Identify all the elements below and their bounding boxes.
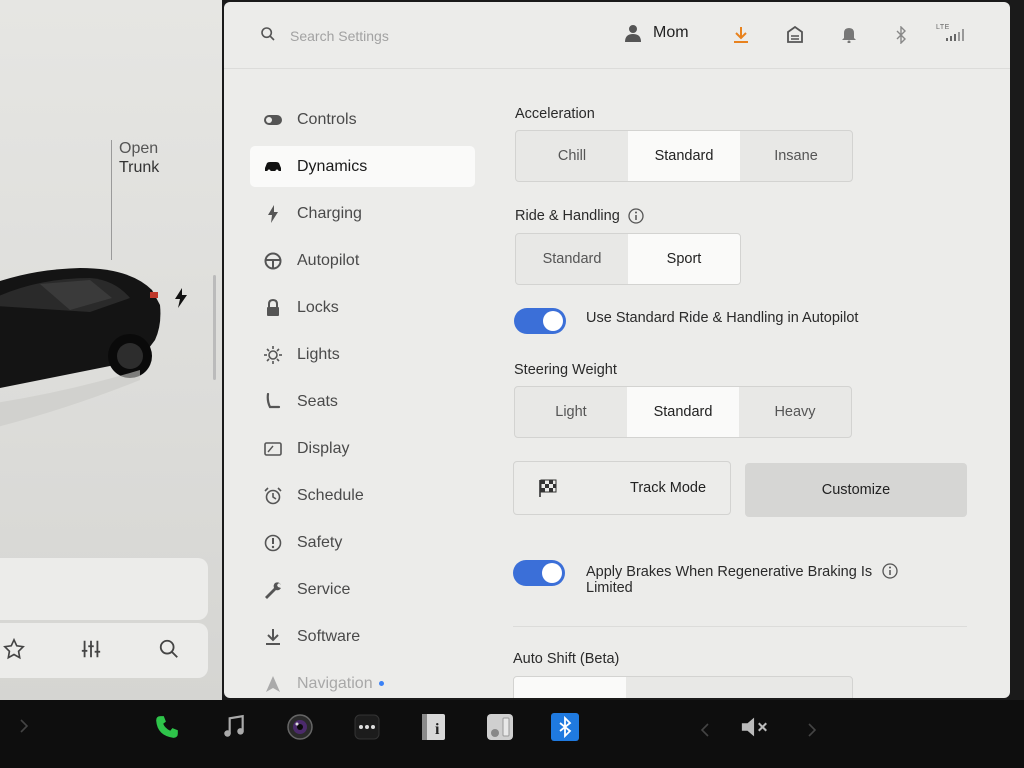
bolt-icon: [264, 204, 282, 223]
steering-weight-label: Steering Weight: [514, 362, 617, 378]
apply-brakes-toggle-label: Apply Brakes When Regenerative Braking I…: [586, 563, 898, 596]
steering-option-heavy[interactable]: Heavy: [739, 387, 851, 437]
equalizer-icon[interactable]: [80, 638, 102, 660]
acceleration-option-standard[interactable]: Standard: [628, 131, 740, 181]
sun-icon: [264, 345, 282, 364]
customize-button[interactable]: Customize: [745, 463, 967, 517]
track-mode-button[interactable]: Track Mode: [513, 461, 731, 515]
left-scrollbar[interactable]: [213, 275, 216, 380]
steering-option-standard[interactable]: Standard: [627, 387, 739, 437]
nav-item-display[interactable]: Display: [250, 428, 475, 469]
phone-icon: [156, 716, 178, 738]
lock-icon: [264, 298, 282, 317]
ride-handling-label: Ride & Handling: [515, 208, 644, 224]
toggle-knob: [543, 311, 563, 331]
toybox-app-button[interactable]: [485, 712, 515, 742]
media-player-card[interactable]: [0, 558, 208, 620]
search-settings-input[interactable]: [290, 26, 550, 46]
steering-wheel-icon: [264, 252, 282, 270]
owners-manual-icon: i: [422, 714, 445, 740]
wrench-icon: [264, 581, 282, 599]
seat-icon: [264, 392, 282, 411]
music-app-button[interactable]: [219, 712, 249, 742]
open-trunk-button[interactable]: Open Trunk: [119, 139, 159, 177]
nav-item-dynamics[interactable]: Dynamics: [250, 146, 475, 187]
settings-panel: Mom LTE Controls Dynamics Charging Autop…: [224, 2, 1010, 698]
trunk-indicator-line: [111, 140, 112, 260]
nav-item-autopilot[interactable]: Autopilot: [250, 240, 475, 281]
music-note-icon: [224, 714, 244, 737]
autopilot-ride-toggle-label: Use Standard Ride & Handling in Autopilo…: [586, 310, 859, 326]
apply-brakes-toggle[interactable]: [513, 560, 565, 586]
star-icon[interactable]: [3, 638, 25, 660]
nav-item-schedule[interactable]: Schedule: [250, 475, 475, 516]
chevron-right-icon[interactable]: [806, 722, 818, 738]
steering-weight-selector: Light Standard Heavy: [514, 386, 852, 438]
charge-port-bolt-icon[interactable]: [174, 288, 188, 308]
auto-shift-selector[interactable]: [513, 676, 853, 698]
more-apps-button[interactable]: [352, 712, 382, 742]
camera-lens-icon: [287, 714, 313, 740]
media-controls-bar: [0, 623, 208, 678]
info-icon[interactable]: [882, 563, 898, 579]
nav-item-service[interactable]: Service: [250, 569, 475, 610]
acceleration-label: Acceleration: [515, 106, 595, 122]
bluetooth-icon: [551, 713, 579, 741]
ride-option-standard[interactable]: Standard: [516, 234, 628, 284]
toybox-icon: [487, 714, 513, 740]
section-divider: [513, 626, 967, 627]
svg-text:i: i: [435, 721, 440, 738]
navigation-arrow-icon: [264, 675, 282, 693]
manual-app-button[interactable]: i: [419, 712, 449, 742]
acceleration-option-chill[interactable]: Chill: [516, 131, 628, 181]
car-image: [0, 268, 161, 427]
nav-item-lights[interactable]: Lights: [250, 334, 475, 375]
acceleration-option-insane[interactable]: Insane: [740, 131, 852, 181]
track-mode-label: Track Mode: [630, 480, 707, 496]
acceleration-selector: Chill Standard Insane: [515, 130, 853, 182]
nav-item-safety[interactable]: Safety: [250, 522, 475, 563]
chevron-right-icon[interactable]: [18, 718, 30, 734]
nav-item-navigation[interactable]: Navigation: [250, 663, 475, 698]
steering-option-light[interactable]: Light: [515, 387, 627, 437]
update-dot: [378, 681, 384, 686]
autopilot-ride-toggle[interactable]: [514, 308, 566, 334]
car-visualization-panel: Open Trunk: [0, 0, 222, 700]
download-icon: [264, 628, 282, 646]
auto-shift-selected-option: [514, 677, 626, 698]
ride-handling-selector: Standard Sport: [515, 233, 741, 285]
volume-mute-button[interactable]: [740, 712, 770, 742]
toggle-icon: [264, 111, 282, 129]
nav-item-locks[interactable]: Locks: [250, 287, 475, 328]
settings-nav: Controls Dynamics Charging Autopilot Loc…: [250, 99, 475, 698]
speaker-muted-icon: [741, 717, 767, 737]
auto-shift-label: Auto Shift (Beta): [513, 651, 620, 667]
dynamics-content: Acceleration Chill Standard Insane Ride …: [513, 2, 983, 698]
car-icon: [264, 158, 282, 176]
nav-item-seats[interactable]: Seats: [250, 381, 475, 422]
ride-option-sport[interactable]: Sport: [628, 234, 740, 284]
more-dots-icon: [354, 714, 380, 740]
chevron-left-icon[interactable]: [699, 722, 711, 738]
nav-item-software[interactable]: Software: [250, 616, 475, 657]
toggle-knob: [542, 563, 562, 583]
alarm-clock-icon: [264, 486, 282, 505]
nav-item-charging[interactable]: Charging: [250, 193, 475, 234]
checkered-flag-icon: [539, 479, 557, 497]
alert-icon: [264, 534, 282, 552]
camera-app-button[interactable]: [285, 712, 315, 742]
info-icon[interactable]: [628, 208, 644, 224]
display-icon: [264, 440, 282, 458]
search-icon[interactable]: [158, 638, 180, 660]
search-icon[interactable]: [260, 26, 276, 42]
bottom-dock: i: [0, 700, 1024, 768]
phone-app-button[interactable]: [152, 712, 182, 742]
nav-item-controls[interactable]: Controls: [250, 99, 475, 140]
bluetooth-app-button[interactable]: [550, 712, 580, 742]
